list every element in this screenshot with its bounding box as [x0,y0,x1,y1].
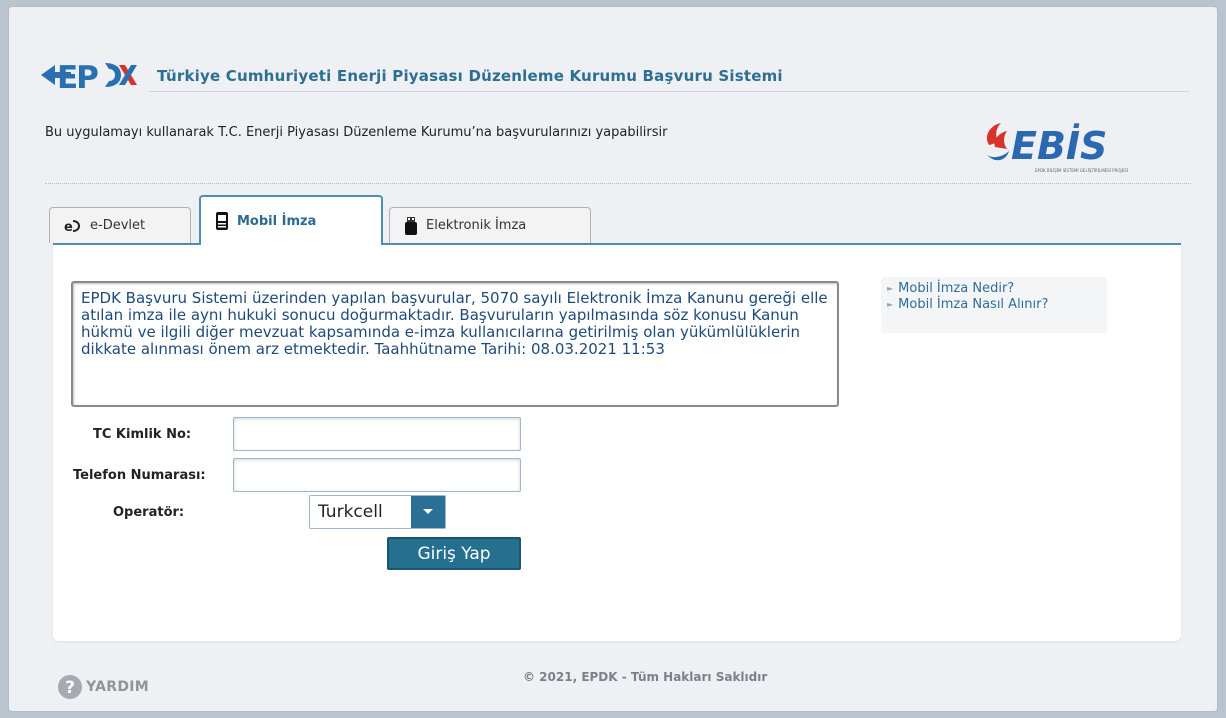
edevlet-icon: e [64,220,80,233]
dropdown-toggle[interactable] [411,496,445,528]
copyright-text: © 2021, EPDK - Tüm Hakları Saklıdır [523,670,768,684]
header-divider [45,183,1191,184]
question-icon: ? [58,675,82,699]
tab-label: Elektronik İmza [426,218,527,233]
svg-text:?: ? [65,678,75,698]
link-label: Mobil İmza Nasıl Alınır? [898,297,1049,312]
operator-selected-value: Turkcell [318,502,383,522]
system-title: Türkiye Cumhuriyeti Enerji Piyasası Düze… [157,67,783,85]
svg-text:EPDK BİLİŞİM SİSTEMİ GELİŞTİRİ: EPDK BİLİŞİM SİSTEMİ GELİŞTİRİLMESİ PROJ… [1035,168,1128,173]
link-mobil-imza-nedir[interactable]: ► Mobil İmza Nedir? [887,281,1101,297]
legal-notice-box: EPDK Başvuru Sistemi üzerinden yapılan b… [71,281,839,407]
mobile-phone-icon [216,212,228,230]
chevron-down-icon [423,509,433,514]
tab-label: e-Devlet [90,218,146,233]
giris-yap-button[interactable]: Giriş Yap [387,537,521,570]
tab-edevlet[interactable]: e e-Devlet [49,207,191,243]
intro-text: Bu uygulamayı kullanarak T.C. Enerji Piy… [45,125,668,140]
usb-token-icon [405,216,417,235]
help-button[interactable]: ? YARDIM [57,674,149,700]
link-label: Mobil İmza Nedir? [898,281,1015,296]
help-links: ► Mobil İmza Nedir? ► Mobil İmza Nasıl A… [881,277,1107,333]
tc-kimlik-input[interactable] [233,417,521,451]
tab-label: Mobil İmza [237,213,317,229]
mobil-imza-panel: EPDK Başvuru Sistemi üzerinden yapılan b… [53,243,1181,641]
tab-elektronik-imza[interactable]: Elektronik İmza [389,207,591,243]
tab-mobil-imza[interactable]: Mobil İmza [199,195,383,245]
chevron-right-icon: ► [887,284,894,293]
chevron-right-icon: ► [887,300,894,309]
operator-select[interactable]: Turkcell [309,495,446,529]
svg-text:EP: EP [57,60,98,95]
link-mobil-imza-nasil-alinir[interactable]: ► Mobil İmza Nasıl Alınır? [887,297,1101,313]
telefon-input[interactable] [233,458,521,492]
epdk-logo: EP [41,60,137,95]
svg-text:e: e [64,220,73,233]
app-window: EP Türkiye Cumhuriyeti Enerji Piyasası D… [8,6,1218,712]
ebis-logo: EBİS EPDK BİLİŞİM SİSTEMİ GELİŞTİRİLMESİ… [986,123,1128,173]
title-divider [149,91,1189,92]
operator-label: Operatör: [113,505,185,520]
tc-kimlik-label: TC Kimlik No: [93,427,192,442]
help-label: YARDIM [86,679,149,695]
svg-text:EBİS: EBİS [1011,124,1107,168]
telefon-label: Telefon Numarası: [73,468,206,483]
